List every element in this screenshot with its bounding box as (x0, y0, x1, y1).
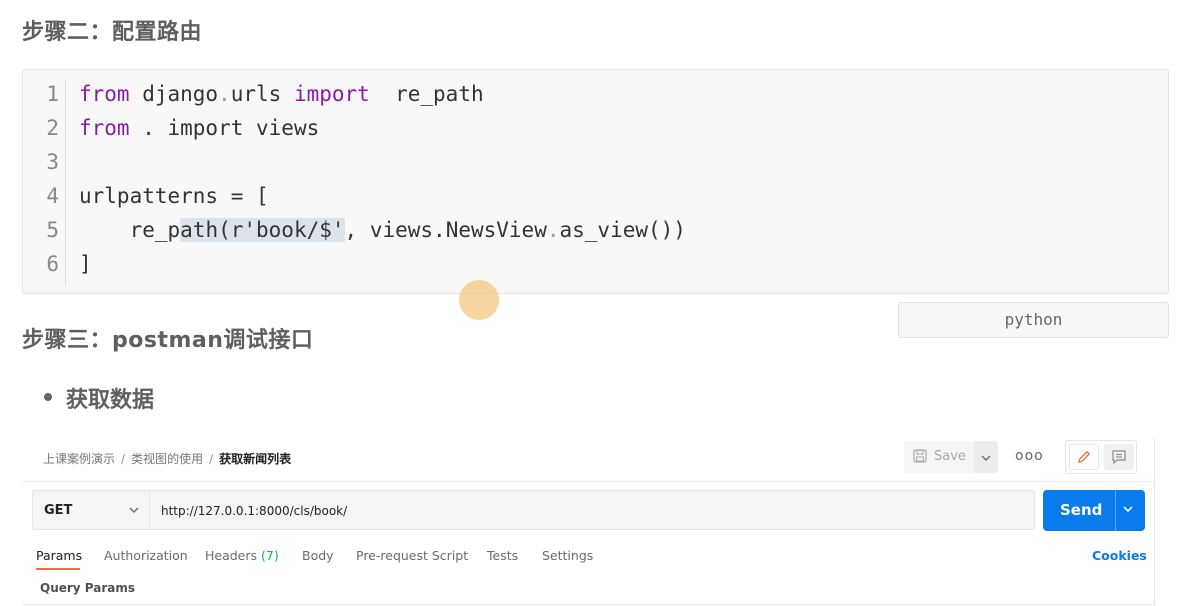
code-line-2: from . import views (79, 116, 319, 140)
line-number: 6 (46, 252, 59, 276)
chevron-down-icon[interactable] (1123, 506, 1133, 512)
line-number: 2 (46, 116, 59, 140)
code-text: NewsView (445, 218, 547, 242)
chevron-down-icon (981, 455, 991, 461)
send-label: Send (1060, 501, 1103, 519)
line-number: 3 (46, 150, 59, 174)
chevron-down-icon (129, 507, 139, 513)
tab-params[interactable]: Params (36, 548, 82, 563)
tab-settings[interactable]: Settings (542, 548, 593, 563)
edit-view-button[interactable] (1069, 444, 1099, 470)
save-label: Save (934, 449, 966, 464)
tab-body[interactable]: Body (302, 548, 334, 563)
method-label: GET (44, 503, 73, 518)
active-tab-indicator (36, 568, 80, 570)
keyword: from (79, 116, 130, 140)
tab-pre-request-script[interactable]: Pre-request Script (356, 548, 468, 563)
heading-step3: 步骤三：postman调试接口 (22, 328, 314, 353)
line-number-gutter: 1 2 3 4 5 6 (23, 80, 66, 285)
code-dot: . (218, 82, 231, 106)
tab-headers-label: Headers (205, 548, 258, 563)
tab-headers[interactable]: Headers (7) (205, 548, 279, 563)
code-line-4: urlpatterns = [ (79, 184, 269, 208)
breadcrumb-item[interactable]: 类视图的使用 (131, 452, 203, 466)
request-tabs: Params Authorization Headers (7) Body Pr… (22, 546, 1154, 574)
line-number: 4 (46, 184, 59, 208)
code-text: re_p (79, 218, 181, 242)
code-line-6: ] (79, 252, 92, 276)
headers-count-badge: (7) (261, 548, 279, 563)
request-url-input[interactable]: http://127.0.0.1:8000/cls/book/ (150, 490, 1035, 530)
save-icon (913, 449, 927, 463)
http-method-select[interactable]: GET (32, 490, 150, 530)
selected-code-text: ath(r'book/$' (180, 218, 345, 242)
breadcrumb: 上课案例演示 / 类视图的使用 / 获取新闻列表 (43, 452, 292, 466)
code-text: , views. (344, 218, 446, 242)
save-button[interactable]: Save (904, 441, 975, 473)
code-line-5: re_path(r'book/$', views.NewsView.as_vie… (79, 218, 686, 242)
save-options-dropdown[interactable] (974, 441, 998, 473)
mouse-cursor-highlight (459, 280, 499, 320)
code-language-label: python (898, 302, 1169, 338)
cookies-link[interactable]: Cookies (1092, 548, 1147, 563)
code-text: . import views (129, 116, 320, 140)
bullet-item: 获取数据 (66, 388, 155, 413)
breadcrumb-item[interactable]: 上课案例演示 (43, 452, 115, 466)
pencil-icon (1078, 450, 1091, 463)
heading-step2: 步骤二：配置路由 (22, 20, 203, 45)
code-dot: . (546, 218, 560, 242)
bullet-dot-icon (44, 393, 52, 401)
send-split-divider (1115, 490, 1116, 531)
breadcrumb-current: 获取新闻列表 (219, 452, 292, 466)
code-text: urls (230, 82, 294, 106)
tab-tests[interactable]: Tests (487, 548, 518, 563)
code-text: django (129, 82, 219, 106)
view-toggle (1065, 440, 1137, 474)
query-params-heading: Query Params (40, 581, 136, 595)
documentation-view-button[interactable] (1104, 444, 1134, 470)
comment-icon (1112, 450, 1126, 465)
keyword: from (79, 82, 130, 106)
line-number: 1 (46, 82, 59, 106)
query-params-divider (22, 604, 1154, 605)
keyword: import (293, 82, 370, 106)
code-text: as_view()) (559, 218, 686, 242)
code-line-1: from django.urls import re_path (79, 82, 484, 106)
code-block: 1 2 3 4 5 6 from django.urls import re_p… (22, 69, 1169, 320)
tab-authorization[interactable]: Authorization (104, 548, 188, 563)
code-text: re_path (369, 82, 484, 106)
url-text: http://127.0.0.1:8000/cls/book/ (161, 504, 348, 518)
postman-request-panel: 上课案例演示 / 类视图的使用 / 获取新闻列表 Save ooo GET http:/… (22, 438, 1155, 606)
line-number: 5 (46, 218, 59, 242)
send-button[interactable]: Send (1043, 490, 1145, 531)
more-actions-icon[interactable]: ooo (1015, 448, 1044, 464)
header-divider (22, 481, 1154, 482)
